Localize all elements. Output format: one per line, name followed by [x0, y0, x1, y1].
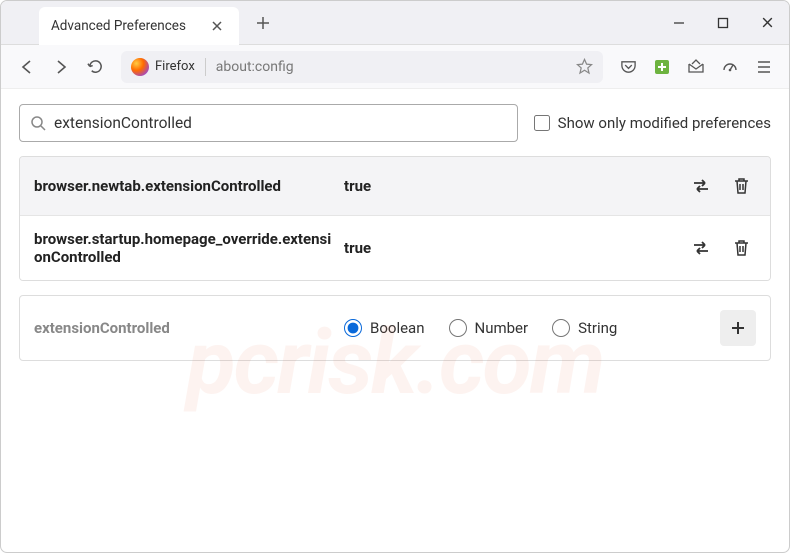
type-number-input[interactable] — [449, 319, 467, 337]
pref-name: browser.newtab.extensionControlled — [34, 177, 344, 195]
extension-icon[interactable] — [647, 52, 677, 82]
content-area: Show only modified preferences browser.n… — [1, 89, 789, 376]
delete-button[interactable] — [726, 171, 756, 201]
pref-value: true — [344, 177, 686, 195]
identity-label: Firefox — [155, 59, 195, 74]
show-modified-input[interactable] — [534, 115, 550, 131]
pref-value: true — [344, 239, 686, 257]
maximize-button[interactable] — [701, 1, 745, 45]
identity-box[interactable]: Firefox — [131, 58, 206, 76]
search-input[interactable] — [54, 114, 507, 132]
type-string-radio[interactable]: String — [552, 319, 617, 337]
show-modified-label: Show only modified preferences — [558, 114, 771, 132]
close-window-button[interactable] — [745, 1, 789, 45]
inbox-icon[interactable] — [681, 52, 711, 82]
hamburger-menu-icon[interactable] — [749, 52, 779, 82]
add-pref-name: extensionControlled — [34, 319, 344, 337]
type-string-input[interactable] — [552, 319, 570, 337]
type-string-label: String — [578, 319, 617, 337]
type-boolean-radio[interactable]: Boolean — [344, 319, 425, 337]
titlebar: Advanced Preferences — [1, 1, 789, 45]
toggle-button[interactable] — [686, 233, 716, 263]
tab-title: Advanced Preferences — [51, 18, 207, 34]
url-bar[interactable]: Firefox about:config — [121, 51, 603, 83]
back-button[interactable] — [11, 51, 43, 83]
show-modified-checkbox[interactable]: Show only modified preferences — [534, 114, 771, 132]
window-controls — [657, 1, 789, 45]
pocket-icon[interactable] — [613, 52, 643, 82]
navbar: Firefox about:config — [1, 45, 789, 89]
prefs-table: browser.newtab.extensionControlled true … — [19, 156, 771, 281]
browser-tab[interactable]: Advanced Preferences — [39, 7, 239, 45]
toggle-button[interactable] — [686, 171, 716, 201]
reload-button[interactable] — [79, 51, 111, 83]
new-tab-button[interactable] — [249, 9, 277, 37]
close-tab-icon[interactable] — [207, 16, 227, 36]
url-text: about:config — [216, 59, 576, 75]
type-number-radio[interactable]: Number — [449, 319, 529, 337]
delete-button[interactable] — [726, 233, 756, 263]
pref-name: browser.startup.homepage_override.extens… — [34, 230, 344, 266]
pref-row: browser.startup.homepage_override.extens… — [20, 216, 770, 280]
search-box[interactable] — [19, 104, 518, 142]
search-icon — [30, 115, 46, 131]
bookmark-star-icon[interactable] — [576, 58, 593, 75]
add-pref-button[interactable] — [720, 310, 756, 346]
dashboard-icon[interactable] — [715, 52, 745, 82]
firefox-logo-icon — [131, 58, 149, 76]
add-pref-types: Boolean Number String — [344, 319, 720, 337]
type-boolean-label: Boolean — [370, 319, 425, 337]
pref-row: browser.newtab.extensionControlled true — [20, 157, 770, 216]
type-number-label: Number — [475, 319, 529, 337]
type-boolean-input[interactable] — [344, 319, 362, 337]
minimize-button[interactable] — [657, 1, 701, 45]
add-pref-row: extensionControlled Boolean Number Strin… — [19, 295, 771, 361]
forward-button[interactable] — [45, 51, 77, 83]
